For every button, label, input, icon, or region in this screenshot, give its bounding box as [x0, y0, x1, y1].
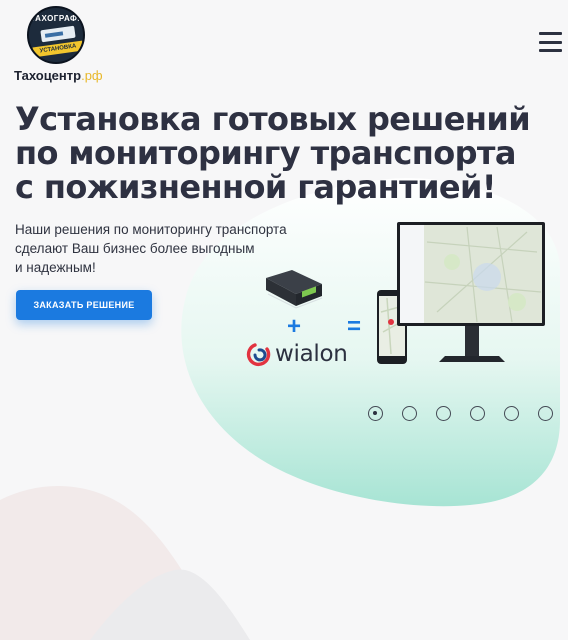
hero-subtitle-line: и надежным! — [15, 260, 96, 275]
menu-line-2 — [539, 40, 562, 44]
brand-name-main: Тахоцентр — [14, 68, 82, 83]
wialon-mark-icon — [246, 343, 271, 367]
plus-sign: + — [287, 313, 302, 340]
slider-pagination — [368, 406, 558, 422]
logo-emblem-icon: ТАХОГРАФЫ УСТАНОВКА — [27, 6, 85, 64]
slider-dot[interactable] — [538, 406, 553, 421]
site-header: ТАХОГРАФЫ УСТАНОВКА Тахоцентр.рф — [0, 0, 568, 90]
menu-line-3 — [539, 49, 562, 52]
hero-subtitle-line: сделают Ваш бизнес более выгодным — [15, 241, 255, 256]
brand-name: Тахоцентр.рф — [14, 68, 103, 83]
wialon-wordmark: wialon — [275, 341, 348, 367]
hamburger-menu-icon[interactable] — [539, 32, 562, 52]
wialon-logo: wialon — [245, 340, 348, 368]
slider-dot[interactable] — [402, 406, 417, 421]
menu-line-1 — [539, 32, 562, 35]
hero-title-line: Установка готовых решений — [15, 100, 531, 138]
brand-name-tld: .рф — [81, 68, 103, 83]
slider-dot[interactable] — [470, 406, 485, 421]
logo-top-text: ТАХОГРАФЫ — [30, 14, 85, 23]
hero-title-line: по мониторингу транспорта — [15, 134, 516, 172]
logo-tachograph-icon — [40, 25, 76, 43]
hero-title: Установка готовых решений по мониторингу… — [15, 100, 531, 206]
logo-device-slot — [44, 31, 64, 38]
gps-tracker-icon — [266, 270, 323, 309]
hero-subtitle-line: Наши решения по мониторингу транспорта — [15, 222, 287, 237]
logo-bottom-text: УСТАНОВКА — [39, 43, 77, 55]
slider-dot[interactable] — [436, 406, 451, 421]
hero-title-line: с пожизненной гарантией! — [15, 168, 496, 206]
slider-dot[interactable] — [368, 406, 383, 421]
site-logo[interactable]: ТАХОГРАФЫ УСТАНОВКА Тахоцентр.рф — [12, 2, 107, 86]
monitor-map-icon — [377, 222, 545, 364]
slider-dot[interactable] — [504, 406, 519, 421]
equals-sign: = — [347, 313, 362, 340]
order-solution-button[interactable]: ЗАКАЗАТЬ РЕШЕНИЕ — [16, 290, 152, 320]
monitor-stand-base — [439, 356, 505, 362]
monitor-sidebar — [400, 225, 424, 323]
monitor-stand-neck — [465, 326, 479, 356]
